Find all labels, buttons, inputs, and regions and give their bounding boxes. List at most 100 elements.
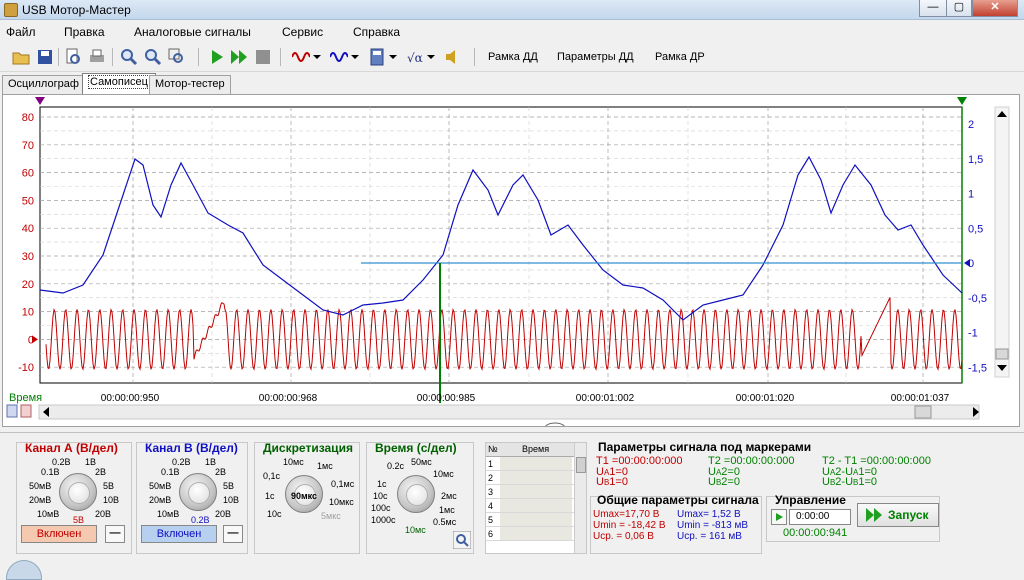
marker-params: Параметры сигнала под маркерами T1 =00:0… <box>590 440 942 490</box>
menu-file[interactable]: Файл <box>6 25 36 39</box>
print-preview-icon[interactable] <box>64 48 82 66</box>
save-icon[interactable] <box>36 48 54 66</box>
print-icon[interactable] <box>88 48 106 66</box>
plot-area <box>39 106 963 384</box>
knob-label: 1с <box>265 491 275 501</box>
tab-motor-tester[interactable]: Мотор-тестер <box>149 75 231 94</box>
vertical-scrollbar <box>994 106 1010 378</box>
left-tick-label: 80 <box>22 112 34 124</box>
chevron-down-icon[interactable] <box>312 48 322 66</box>
left-tick-label: 60 <box>22 168 34 180</box>
chevron-down-icon[interactable] <box>350 48 360 66</box>
left-tick-label: 30 <box>22 251 34 263</box>
table-scrollbar[interactable] <box>574 443 586 553</box>
knob-label: 1мс <box>439 505 455 515</box>
channel-a-minus-button[interactable]: — <box>105 525 125 543</box>
right-tick-label: -0,5 <box>968 293 987 305</box>
right-tick-label: 1,5 <box>968 154 983 166</box>
formula-icon[interactable]: √α <box>406 48 424 66</box>
menu-bar: Файл Правка Аналоговые сигналы Сервис Сп… <box>0 20 1024 42</box>
knob-label: 50мВ <box>149 481 172 491</box>
channel-b-enable-button[interactable]: Включен <box>141 525 217 543</box>
channel-b-knob[interactable] <box>179 473 217 511</box>
window-title: USB Мотор-Мастер <box>22 3 131 17</box>
channel-b-minus-button[interactable]: — <box>223 525 243 543</box>
play-icon[interactable] <box>208 48 226 66</box>
frame-dd-button[interactable]: Рамка ДД <box>488 51 538 63</box>
row-number: 6 <box>488 529 494 539</box>
tab-oscilloscope[interactable]: Осциллограф <box>2 75 85 94</box>
knob-label: 10с <box>373 491 388 501</box>
tab-bar: Осциллограф Самописец Мотор-тестер <box>0 72 1024 94</box>
fast-forward-icon[interactable] <box>230 48 248 66</box>
time-tick-label: 00:00:01:037 <box>891 393 950 404</box>
knob-label: 5В <box>223 481 235 491</box>
table-row[interactable]: 5 <box>486 513 574 527</box>
channel-a-wave-icon[interactable] <box>292 48 310 66</box>
fast-forward-icon <box>866 508 882 522</box>
time-tick-label: 00:00:00:968 <box>259 393 318 404</box>
maximize-button[interactable]: ▢ <box>946 0 972 17</box>
channel-a-title: Канал А (В/дел) <box>25 441 118 455</box>
marker-table[interactable]: № Время 1 2 3 4 5 6 <box>485 442 587 554</box>
open-folder-icon[interactable] <box>12 48 30 66</box>
channel-a-group: Канал А (В/дел) 0.2В 1В 0.1В 2В 50мВ 5В … <box>16 441 132 554</box>
channel-a-knob[interactable] <box>59 473 97 511</box>
right-tick-label: 0 <box>968 258 974 270</box>
speaker-icon[interactable] <box>444 48 462 66</box>
right-marker-flag <box>957 97 967 105</box>
time-tick-label: 00:00:00:950 <box>101 393 160 404</box>
menu-analog-signals[interactable]: Аналоговые сигналы <box>134 25 251 39</box>
channel-a-zoom-button <box>20 404 32 418</box>
start-button[interactable]: Запуск <box>857 503 939 527</box>
discretization-title: Дискретизация <box>263 441 353 455</box>
row-time-cell <box>500 471 572 484</box>
row-time-cell <box>500 457 572 470</box>
knob-label: 10мс <box>283 457 304 467</box>
menu-help[interactable]: Справка <box>353 25 400 39</box>
b-max: Umax= 1,52 В <box>677 509 741 520</box>
tab-recorder-label: Самописец <box>88 75 150 89</box>
knob-label: 5мкс <box>321 511 341 521</box>
knob-label: 20мВ <box>149 495 172 505</box>
zoom-out-icon[interactable] <box>144 48 162 66</box>
table-row[interactable]: 6 <box>486 527 574 541</box>
left-tick-label: 0 <box>28 334 34 346</box>
tab-recorder[interactable]: Самописец <box>82 73 156 94</box>
right-tick-label: -1 <box>968 328 978 340</box>
close-button[interactable]: ✕ <box>972 0 1018 17</box>
stop-icon[interactable] <box>254 48 272 66</box>
channel-b-wave-icon[interactable] <box>330 48 348 66</box>
knob-label: 10мВ <box>37 509 60 519</box>
zoom-in-icon[interactable] <box>120 48 138 66</box>
toolbar: √α Рамка ДД Параметры ДД Рамка ДР <box>0 42 1024 72</box>
knob-label: 1мс <box>317 461 333 471</box>
play-small-button[interactable] <box>771 509 787 525</box>
frame-dr-button[interactable]: Рамка ДР <box>655 51 705 63</box>
table-row[interactable]: 3 <box>486 485 574 499</box>
calculator-icon[interactable] <box>368 48 386 66</box>
time-per-div-knob[interactable] <box>397 475 435 513</box>
params-dd-button[interactable]: Параметры ДД <box>557 51 634 63</box>
table-row[interactable]: 2 <box>486 471 574 485</box>
zoom-icon[interactable] <box>453 531 471 549</box>
knob-label: 0.1В <box>41 467 60 477</box>
channel-b-zoom-button <box>6 404 18 418</box>
menu-service[interactable]: Сервис <box>282 25 323 39</box>
table-row[interactable]: 4 <box>486 499 574 513</box>
menu-edit[interactable]: Правка <box>64 25 105 39</box>
knob-label: 2мс <box>441 491 457 501</box>
control-panel: Канал А (В/дел) 0.2В 1В 0.1В 2В 50мВ 5В … <box>0 432 1024 570</box>
signal-chart[interactable]: 80 70 60 50 40 30 20 10 0 -10 2 1,5 1 0,5 0 -0,5 -1 -1,5 0… <box>3 95 1019 434</box>
time-input[interactable]: 0:00:00 <box>789 509 851 525</box>
chevron-down-icon[interactable] <box>388 48 398 66</box>
table-row[interactable]: 1 <box>486 457 574 471</box>
channel-b-group: Канал В (В/дел) 0.2В 1В 0.1В 2В 50мВ 5В … <box>136 441 248 554</box>
minimize-button[interactable]: — <box>919 0 947 17</box>
chevron-down-icon[interactable] <box>426 48 436 66</box>
channel-a-enable-button[interactable]: Включен <box>21 525 97 543</box>
knob-label: 2В <box>215 467 227 477</box>
knob-label: 20В <box>95 509 112 519</box>
zoom-fit-icon[interactable] <box>168 48 186 66</box>
recorder-plot[interactable]: 80 70 60 50 40 30 20 10 0 -10 2 1,5 1 0,5 0 -0,5 -1 -1,5 0… <box>2 94 1020 434</box>
